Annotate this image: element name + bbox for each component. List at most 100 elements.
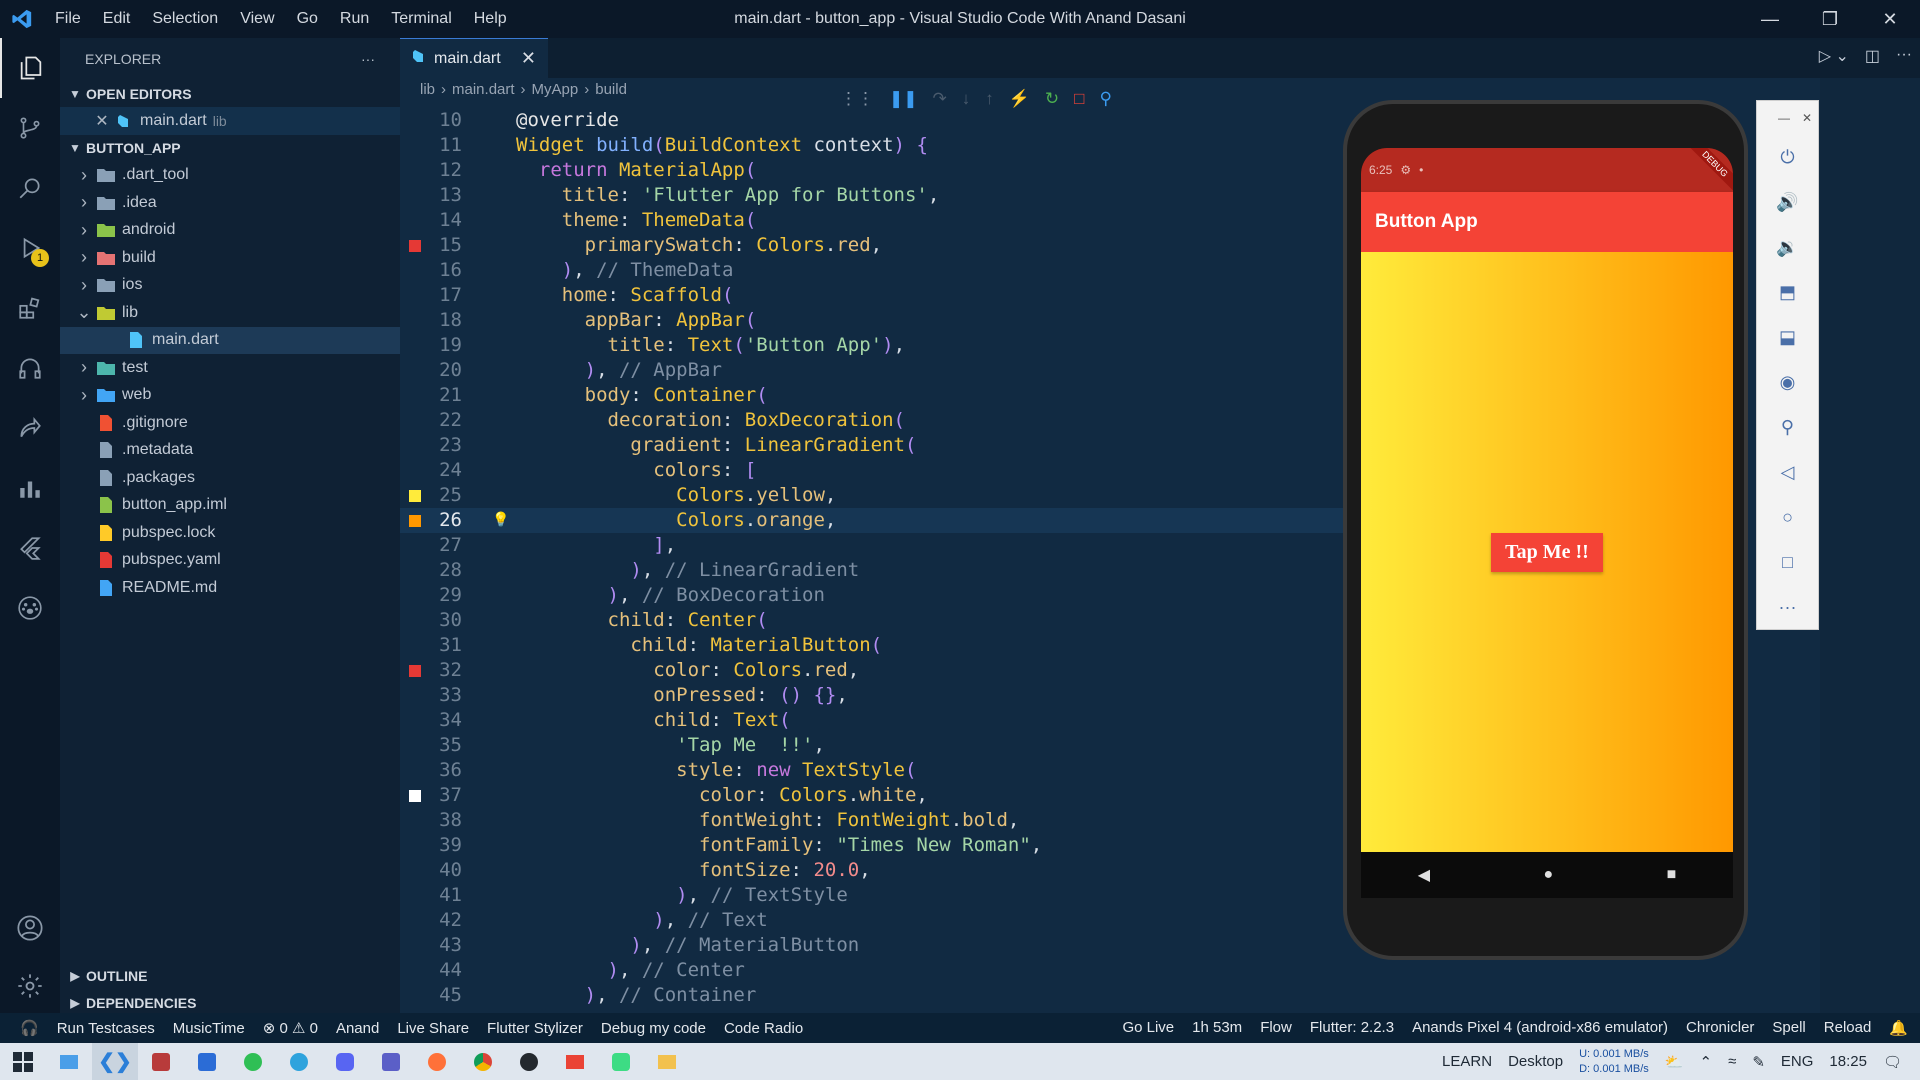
recents-nav-icon[interactable]: ■	[1667, 866, 1677, 884]
taskbar-gmail-icon[interactable]	[552, 1043, 598, 1080]
menu-file[interactable]: File	[44, 10, 92, 28]
overview-icon[interactable]: □	[1757, 540, 1818, 585]
tree-item[interactable]: › .idea	[60, 189, 400, 217]
taskbar-teams-icon[interactable]	[368, 1043, 414, 1080]
headphones-icon[interactable]	[0, 338, 60, 398]
status-anand[interactable]: Anand	[336, 1020, 379, 1037]
tap-me-button[interactable]: Tap Me !!	[1491, 532, 1603, 572]
menu-run[interactable]: Run	[329, 10, 380, 28]
taskbar-app-icon[interactable]	[46, 1043, 92, 1080]
rotate-left-icon[interactable]: ⬒	[1757, 270, 1818, 315]
taskbar-android-studio-icon[interactable]	[138, 1043, 184, 1080]
hot-reload-icon[interactable]: ⚡	[1009, 89, 1030, 109]
status-flutter-version[interactable]: Flutter: 2.2.3	[1310, 1019, 1394, 1037]
tree-item[interactable]: pubspec.yaml	[60, 547, 400, 575]
power-icon[interactable]: ⏻	[1757, 135, 1818, 180]
tree-item[interactable]: › ios	[60, 272, 400, 300]
run-file-icon[interactable]: ▷ ⌄	[1819, 46, 1849, 66]
screenshot-icon[interactable]: ◉	[1757, 360, 1818, 405]
more-actions-icon[interactable]: ···	[1896, 46, 1912, 66]
more-icon[interactable]: ···	[1757, 585, 1818, 630]
status-debug-my-code[interactable]: Debug my code	[601, 1020, 706, 1037]
tray-chevron-icon[interactable]: ⌃	[1700, 1053, 1713, 1071]
taskbar-github-icon[interactable]	[506, 1043, 552, 1080]
inspect-widget-icon[interactable]: ⚲	[1099, 89, 1111, 109]
taskbar-vscode-icon[interactable]: ❮❯	[92, 1043, 138, 1080]
vscode-logo-icon[interactable]	[0, 0, 44, 38]
language-indicator[interactable]: ENG	[1781, 1053, 1814, 1070]
pause-icon[interactable]: ❚❚	[889, 89, 918, 109]
home-nav-icon[interactable]: ●	[1543, 866, 1553, 884]
clock[interactable]: 18:25	[1829, 1053, 1867, 1070]
status-code-radio[interactable]: Code Radio	[724, 1020, 803, 1037]
taskbar-telegram-icon[interactable]	[276, 1043, 322, 1080]
stop-icon[interactable]: □	[1074, 89, 1084, 109]
explorer-more-button[interactable]: ···	[361, 51, 375, 67]
lightbulb-icon[interactable]: 💡	[492, 508, 509, 533]
status-chronicler[interactable]: Chronicler	[1686, 1019, 1754, 1037]
tab-main-dart[interactable]: main.dart ✕	[400, 38, 548, 78]
taskbar-chrome-icon[interactable]	[460, 1043, 506, 1080]
emulator-screen[interactable]: 6:25 ⚙ • DEBUG Button App Tap Me !! ◀ ● …	[1361, 148, 1733, 898]
taskbar-explorer-icon[interactable]	[644, 1043, 690, 1080]
taskbar-discord-icon[interactable]	[322, 1043, 368, 1080]
live-share-icon[interactable]	[0, 398, 60, 458]
step-out-icon[interactable]: ↑	[985, 89, 994, 109]
project-section[interactable]: ▼ BUTTON_APP	[60, 135, 400, 162]
volume-up-icon[interactable]: 🔊	[1757, 180, 1818, 225]
notification-center-icon[interactable]: 🗨	[1883, 1053, 1902, 1071]
flutter-icon[interactable]	[0, 518, 60, 578]
status-problems[interactable]: ⊗ 0 ⚠ 0	[263, 1019, 318, 1037]
status-musictime[interactable]: MusicTime	[173, 1020, 245, 1037]
breadcrumb-file[interactable]: main.dart	[452, 81, 515, 98]
windows-start-icon[interactable]	[0, 1043, 46, 1080]
status-flutter-stylizer[interactable]: Flutter Stylizer	[487, 1020, 583, 1037]
close-editor-icon[interactable]: ✕	[92, 111, 112, 131]
minimize-button[interactable]: —	[1740, 0, 1800, 38]
outline-section[interactable]: ▶ OUTLINE	[60, 962, 400, 989]
step-into-icon[interactable]: ↓	[962, 89, 971, 109]
wifi-icon[interactable]: ≈	[1728, 1053, 1736, 1070]
explorer-icon[interactable]	[0, 38, 60, 98]
status-device[interactable]: Anands Pixel 4 (android-x86 emulator)	[1412, 1019, 1668, 1037]
rotate-right-icon[interactable]: ⬓	[1757, 315, 1818, 360]
status-run-testcases[interactable]: Run Testcases	[57, 1020, 155, 1037]
emulator-close-icon[interactable]: ✕	[1802, 111, 1812, 125]
tree-item[interactable]: › .dart_tool	[60, 162, 400, 190]
drag-handle-icon[interactable]: ⋮⋮	[840, 89, 874, 109]
home-icon[interactable]: ○	[1757, 495, 1818, 540]
tree-item[interactable]: › android	[60, 217, 400, 245]
tree-item[interactable]: ⌄ lib	[60, 299, 400, 327]
split-editor-icon[interactable]: ◫	[1865, 46, 1880, 66]
menu-help[interactable]: Help	[463, 10, 518, 28]
menu-terminal[interactable]: Terminal	[380, 10, 462, 28]
tree-item[interactable]: pubspec.lock	[60, 519, 400, 547]
pen-icon[interactable]: ✎	[1752, 1053, 1765, 1071]
breadcrumb-class[interactable]: MyApp	[532, 81, 579, 98]
status-flow[interactable]: Flow	[1260, 1019, 1292, 1037]
status-time-tracked[interactable]: 1h 53m	[1192, 1019, 1242, 1037]
menu-view[interactable]: View	[229, 10, 285, 28]
taskbar-emulator-icon[interactable]	[598, 1043, 644, 1080]
tree-item[interactable]: .packages	[60, 464, 400, 492]
taskbar-word-icon[interactable]	[184, 1043, 230, 1080]
menu-edit[interactable]: Edit	[92, 10, 142, 28]
notification-bell-icon[interactable]: 🔔	[1889, 1019, 1908, 1037]
status-go-live[interactable]: Go Live	[1122, 1019, 1174, 1037]
step-over-icon[interactable]: ↷	[933, 89, 947, 109]
source-control-icon[interactable]	[0, 98, 60, 158]
taskbar-desktop[interactable]: Desktop	[1508, 1053, 1563, 1070]
restore-button[interactable]: ❐	[1800, 0, 1860, 38]
open-editors-section[interactable]: ▼ OPEN EDITORS	[60, 80, 400, 107]
status-reload[interactable]: Reload	[1824, 1019, 1872, 1037]
weather-icon[interactable]: ⛅	[1665, 1053, 1684, 1071]
taskbar-firefox-icon[interactable]	[414, 1043, 460, 1080]
tree-item[interactable]: .metadata	[60, 437, 400, 465]
tree-item[interactable]: › test	[60, 354, 400, 382]
status-spell[interactable]: Spell	[1772, 1019, 1805, 1037]
menu-selection[interactable]: Selection	[141, 10, 229, 28]
extensions-icon[interactable]	[0, 278, 60, 338]
taskbar-whatsapp-icon[interactable]	[230, 1043, 276, 1080]
tree-item[interactable]: › web	[60, 382, 400, 410]
breadcrumb-lib[interactable]: lib	[420, 81, 435, 98]
